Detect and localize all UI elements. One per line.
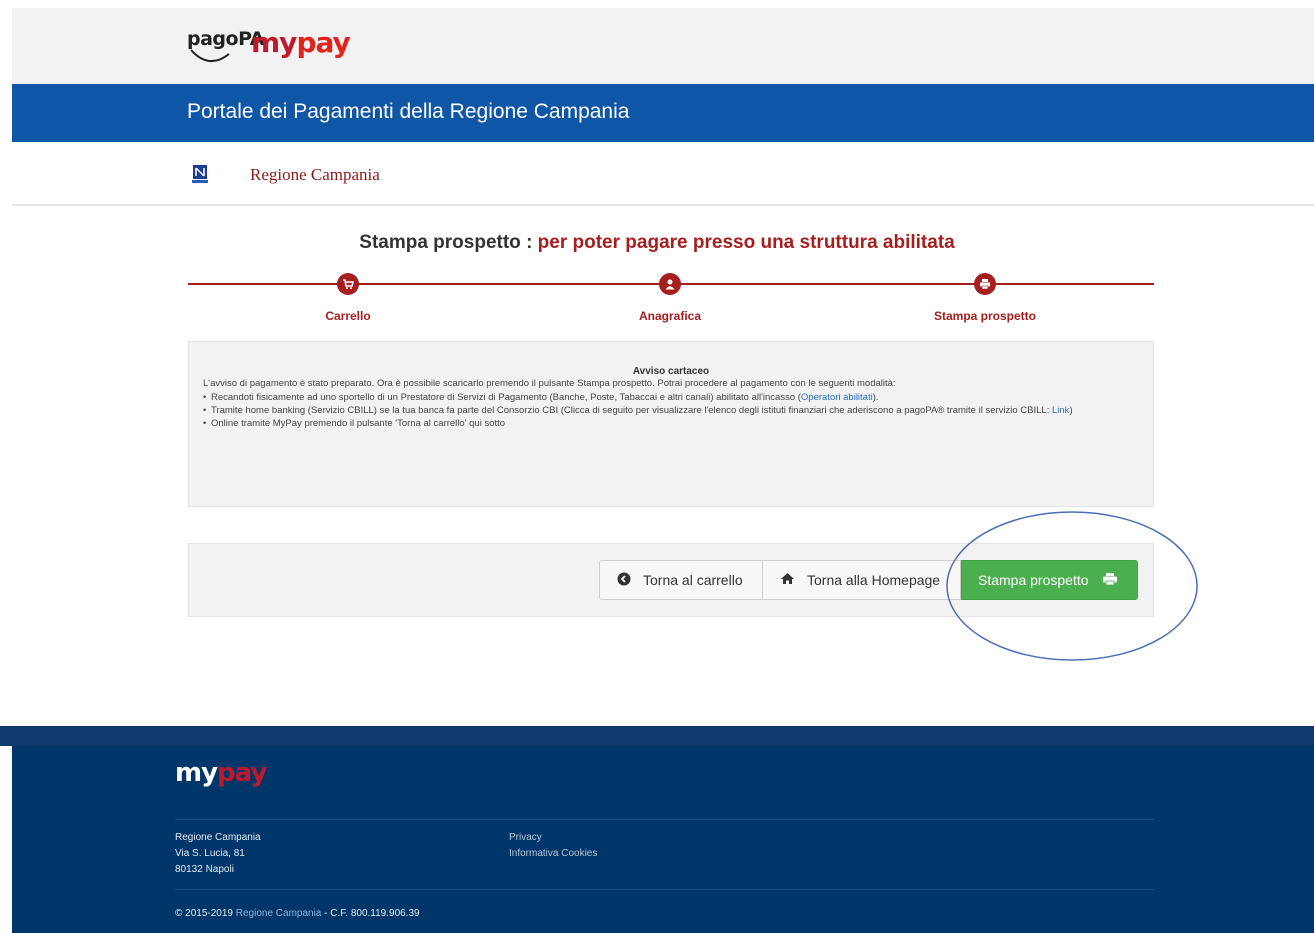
notice-item-homebanking-text: Tramite home banking (Servizio CBILL) se…	[211, 405, 1052, 416]
step-label-cart: Carrello	[325, 309, 371, 323]
notice-item-branch-end: ).	[872, 392, 879, 403]
copyright-suffix: - C.F. 800.119.906.39	[321, 908, 420, 919]
notice-list: Recandoti fisicamente ad uno sportello d…	[203, 391, 1153, 430]
home-icon	[780, 572, 795, 588]
back-to-homepage-label: Torna alla Homepage	[807, 572, 941, 588]
footer-address: Regione Campania Via S. Lucia, 81 80132 …	[175, 830, 261, 878]
back-to-cart-button[interactable]: Torna al carrello	[599, 560, 763, 600]
annotation-ellipse	[946, 511, 1198, 661]
copyright-prefix: © 2015-2019	[175, 908, 236, 919]
back-to-homepage-button[interactable]: Torna alla Homepage	[762, 560, 961, 600]
footer-divider	[175, 889, 1154, 890]
step-user	[659, 273, 681, 295]
step-label-print: Stampa prospetto	[933, 309, 1036, 323]
page-title-prefix: Stampa prospetto :	[359, 232, 538, 253]
step-label-user: Anagrafica	[638, 309, 702, 323]
notice-item-branch-text: Recandoti fisicamente ad uno sportello d…	[211, 392, 801, 403]
region-bar: Regione Campania	[12, 142, 1314, 206]
top-logo-bar: pagoPA mypay	[12, 8, 1314, 84]
cookies-link[interactable]: Informativa Cookies	[509, 846, 597, 862]
region-crest-icon	[192, 165, 208, 183]
mypay-logo[interactable]: mypay	[251, 26, 351, 59]
step-cart	[337, 273, 359, 295]
footer-address-line: 80132 Napoli	[175, 864, 234, 875]
page-title: Stampa prospetto : per poter pagare pres…	[0, 232, 1314, 254]
portal-title: Portale dei Pagamenti della Regione Camp…	[187, 100, 630, 123]
footer-divider	[175, 819, 1154, 820]
notice-item-branch: Recandoti fisicamente ad uno sportello d…	[203, 391, 1153, 404]
operators-link[interactable]: Operatori abilitati	[801, 392, 873, 403]
pagopa-swoosh-icon	[190, 49, 230, 62]
notice-item-online: Online tramite MyPay premendo il pulsant…	[203, 417, 1153, 430]
cart-icon	[343, 279, 354, 289]
page-title-highlight: per poter pagare presso una struttura ab…	[537, 232, 955, 253]
footer-separator	[0, 726, 1314, 746]
privacy-link[interactable]: Privacy	[509, 830, 597, 846]
copyright-region-link[interactable]: Regione Campania	[236, 908, 322, 919]
mypay-logo-pay: pay	[296, 26, 350, 59]
back-to-cart-label: Torna al carrello	[643, 572, 743, 588]
step-print	[974, 273, 996, 295]
mypay-logo-my: my	[251, 26, 297, 59]
footer-address-line: Regione Campania	[175, 832, 261, 843]
portal-banner: Portale dei Pagamenti della Regione Camp…	[12, 84, 1314, 142]
footer-logo-pay: pay	[217, 758, 267, 788]
user-icon	[665, 279, 675, 290]
footer: mypay Regione Campania Via S. Lucia, 81 …	[12, 746, 1314, 933]
notice-item-homebanking-end: )	[1069, 405, 1073, 416]
region-name[interactable]: Regione Campania	[250, 165, 380, 185]
footer-logo-my: my	[175, 758, 218, 788]
footer-links: Privacy Informativa Cookies	[509, 830, 597, 862]
notice-intro: L'avviso di pagamento è stato preparato.…	[203, 378, 896, 389]
footer-address-line: Via S. Lucia, 81	[175, 848, 245, 859]
notice-box: Avviso cartaceo L'avviso di pagamento è …	[188, 341, 1154, 507]
print-icon	[980, 279, 990, 290]
cbill-link[interactable]: Link	[1052, 405, 1069, 416]
notice-item-homebanking: Tramite home banking (Servizio CBILL) se…	[203, 404, 1153, 417]
footer-mypay-logo[interactable]: mypay	[175, 758, 267, 788]
notice-item-online-text: Online tramite MyPay premendo il pulsant…	[211, 418, 506, 429]
notice-heading: Avviso cartaceo	[632, 366, 710, 377]
circle-chevron-left-icon	[617, 572, 631, 589]
footer-copyright: © 2015-2019 Regione Campania - C.F. 800.…	[175, 908, 420, 919]
